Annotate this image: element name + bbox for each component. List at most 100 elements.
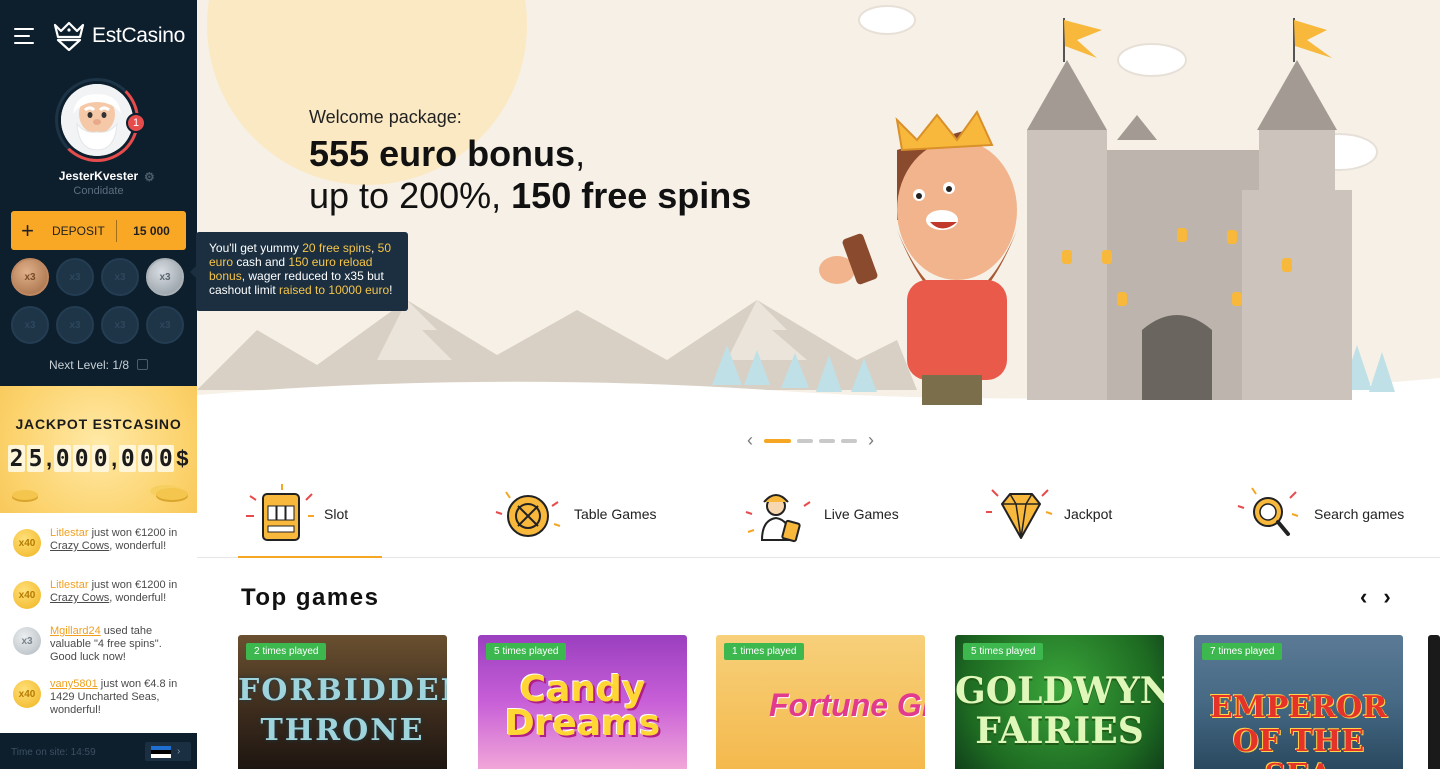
game-title: Fortune Girl bbox=[768, 687, 925, 723]
logo[interactable]: EstCasino bbox=[52, 21, 185, 51]
category-label: Table Games bbox=[574, 505, 657, 522]
estonia-flag-icon bbox=[151, 745, 171, 758]
gold-coins-icon bbox=[12, 490, 38, 500]
level-coin[interactable]: x3 bbox=[101, 306, 139, 344]
games-carousel-controls: ‹ › bbox=[1360, 584, 1391, 610]
roulette-icon bbox=[495, 490, 561, 537]
settings-gear-icon[interactable]: ⚙ bbox=[144, 170, 155, 184]
feed-user-link[interactable]: Litlestar bbox=[50, 527, 89, 539]
hero-text: Welcome package: 555 euro bonus, up to 2… bbox=[309, 107, 751, 218]
hero-line-3: up to 200%, 150 free spins bbox=[309, 175, 752, 216]
deposit-button[interactable]: + DEPOSIT 15 000 bbox=[11, 211, 186, 250]
sidebar-header: EstCasino bbox=[0, 0, 197, 72]
game-title: FORBIDDEN THRONE bbox=[238, 673, 447, 748]
active-category-indicator bbox=[238, 556, 382, 558]
game-title: EMPEROR OF THE SEA bbox=[1209, 690, 1388, 769]
level-coins: x3 x3 x3 x3 x3 x3 x3 x3 bbox=[11, 258, 187, 344]
game-tile-partial[interactable] bbox=[1428, 635, 1440, 769]
chevron-left-icon[interactable]: ‹ bbox=[747, 430, 753, 451]
level-coin[interactable]: x3 bbox=[11, 306, 49, 344]
plus-icon: + bbox=[21, 217, 34, 243]
hero-line-1: Welcome package: bbox=[309, 107, 462, 127]
game-tile[interactable]: 5 times played Candy Dreams bbox=[478, 635, 687, 769]
chevron-right-icon: › bbox=[177, 746, 181, 757]
carousel-dot[interactable] bbox=[797, 438, 813, 443]
crown-logo-icon bbox=[53, 21, 85, 51]
username: JesterKvester ⚙ bbox=[58, 169, 155, 184]
carousel-pagination: ‹ › bbox=[747, 430, 874, 451]
jackpot-currency: $ bbox=[176, 446, 189, 471]
user-rank: Condidate bbox=[73, 185, 124, 197]
sidebar-footer: Time on site: 14:59 › bbox=[0, 733, 197, 769]
category-jackpot[interactable]: Jackpot bbox=[978, 470, 1112, 557]
carousel-dot[interactable] bbox=[764, 438, 791, 443]
jackpot-title: JACKPOT ESTCASINO bbox=[15, 416, 182, 432]
category-slot[interactable]: Slot bbox=[238, 470, 348, 557]
feed-item: x3 Mgillard24 used tahe valuable "4 free… bbox=[0, 625, 197, 664]
level-coin[interactable]: x3 bbox=[56, 258, 94, 296]
level-coin[interactable]: x3 bbox=[11, 258, 49, 296]
played-badge: 5 times played bbox=[486, 643, 567, 660]
game-tile[interactable]: 2 times played FORBIDDEN THRONE bbox=[238, 635, 447, 769]
level-coin[interactable]: x3 bbox=[56, 306, 94, 344]
carousel-dot[interactable] bbox=[841, 438, 857, 443]
category-label: Slot bbox=[324, 505, 349, 522]
chevron-left-icon[interactable]: ‹ bbox=[1360, 584, 1367, 610]
section-title: Top games bbox=[241, 584, 380, 611]
jackpot-digit: 0 bbox=[138, 445, 156, 472]
sidebar: EstCasino 1 JesterKvester ⚙ Condidate + … bbox=[0, 0, 197, 769]
level-coin[interactable]: x3 bbox=[146, 306, 184, 344]
deposit-label: DEPOSIT bbox=[52, 223, 105, 238]
game-title: GOLDWYN'S FAIRIES bbox=[955, 670, 1164, 752]
magnifier-icon bbox=[1237, 486, 1299, 536]
logo-text: EstCasino bbox=[92, 24, 186, 47]
game-tile[interactable]: 1 times played Fortune Girl bbox=[716, 635, 925, 769]
balance-amount: 15 000 bbox=[133, 223, 170, 238]
feed-user-link[interactable]: Mgillard24 bbox=[50, 625, 101, 637]
info-icon[interactable] bbox=[137, 359, 149, 370]
jackpot-counter: 2 5 , 0 0 0 , 0 0 0 $ bbox=[8, 445, 189, 472]
language-selector[interactable]: › bbox=[145, 742, 191, 761]
menu-icon[interactable] bbox=[14, 28, 34, 44]
category-table-games[interactable]: Table Games bbox=[488, 470, 656, 557]
jackpot-digit: 2 bbox=[8, 445, 25, 472]
diamond-icon bbox=[986, 488, 1053, 539]
jackpot-digit: 0 bbox=[157, 445, 175, 472]
game-tile[interactable]: 5 times played GOLDWYN'S FAIRIES bbox=[955, 635, 1164, 769]
coin-icon: x40 bbox=[13, 529, 41, 557]
feed-user-link[interactable]: vany5801 bbox=[50, 678, 98, 690]
carousel-dot[interactable] bbox=[819, 438, 835, 443]
coin-icon: x3 bbox=[13, 627, 41, 655]
jackpot-digit: 0 bbox=[54, 445, 72, 472]
feed-user-link[interactable]: Litlestar bbox=[50, 579, 89, 591]
jackpot-digit: 5 bbox=[27, 445, 44, 472]
jackpot-digit: 0 bbox=[119, 445, 137, 472]
game-tile[interactable]: 7 times played EMPEROR OF THE SEA bbox=[1194, 635, 1403, 769]
feed-game-link[interactable]: Crazy Cows bbox=[50, 540, 109, 552]
jackpot-separator: , bbox=[46, 446, 53, 471]
hero-line-2: 555 euro bonus, bbox=[309, 133, 586, 174]
coin-icon: x40 bbox=[13, 680, 41, 708]
category-label: Search games bbox=[1314, 505, 1405, 522]
chevron-right-icon[interactable]: › bbox=[1383, 584, 1390, 610]
category-label: Live Games bbox=[824, 505, 899, 522]
feed-item: x40 vany5801 just won €4.8 in 1429 Uncha… bbox=[0, 678, 197, 717]
played-badge: 7 times played bbox=[1202, 643, 1283, 660]
jackpot-separator: , bbox=[111, 446, 118, 471]
jackpot-panel: JACKPOT ESTCASINO 2 5 , 0 0 0 , 0 0 0 $ bbox=[0, 386, 197, 513]
dealer-icon bbox=[745, 493, 811, 542]
level-tooltip: You'll get yummy 20 free spins, 50 euro … bbox=[190, 232, 408, 311]
avatar-image bbox=[61, 84, 133, 156]
feed-item: x40 Litlestar just won €1200 in Crazy Co… bbox=[0, 579, 197, 609]
played-badge: 5 times played bbox=[963, 643, 1044, 660]
level-coin[interactable]: x3 bbox=[146, 258, 184, 296]
chevron-right-icon[interactable]: › bbox=[868, 430, 874, 451]
feed-game-link[interactable]: Crazy Cows bbox=[50, 592, 109, 604]
feed-item: x40 Litlestar just won €1200 in Crazy Co… bbox=[0, 527, 197, 557]
category-search-games[interactable]: Search games bbox=[1228, 470, 1404, 557]
played-badge: 2 times played bbox=[246, 643, 327, 660]
category-live-games[interactable]: Live Games bbox=[738, 470, 899, 557]
jackpot-digit: 0 bbox=[92, 445, 110, 472]
level-coin[interactable]: x3 bbox=[101, 258, 139, 296]
notification-badge[interactable]: 1 bbox=[126, 113, 146, 133]
